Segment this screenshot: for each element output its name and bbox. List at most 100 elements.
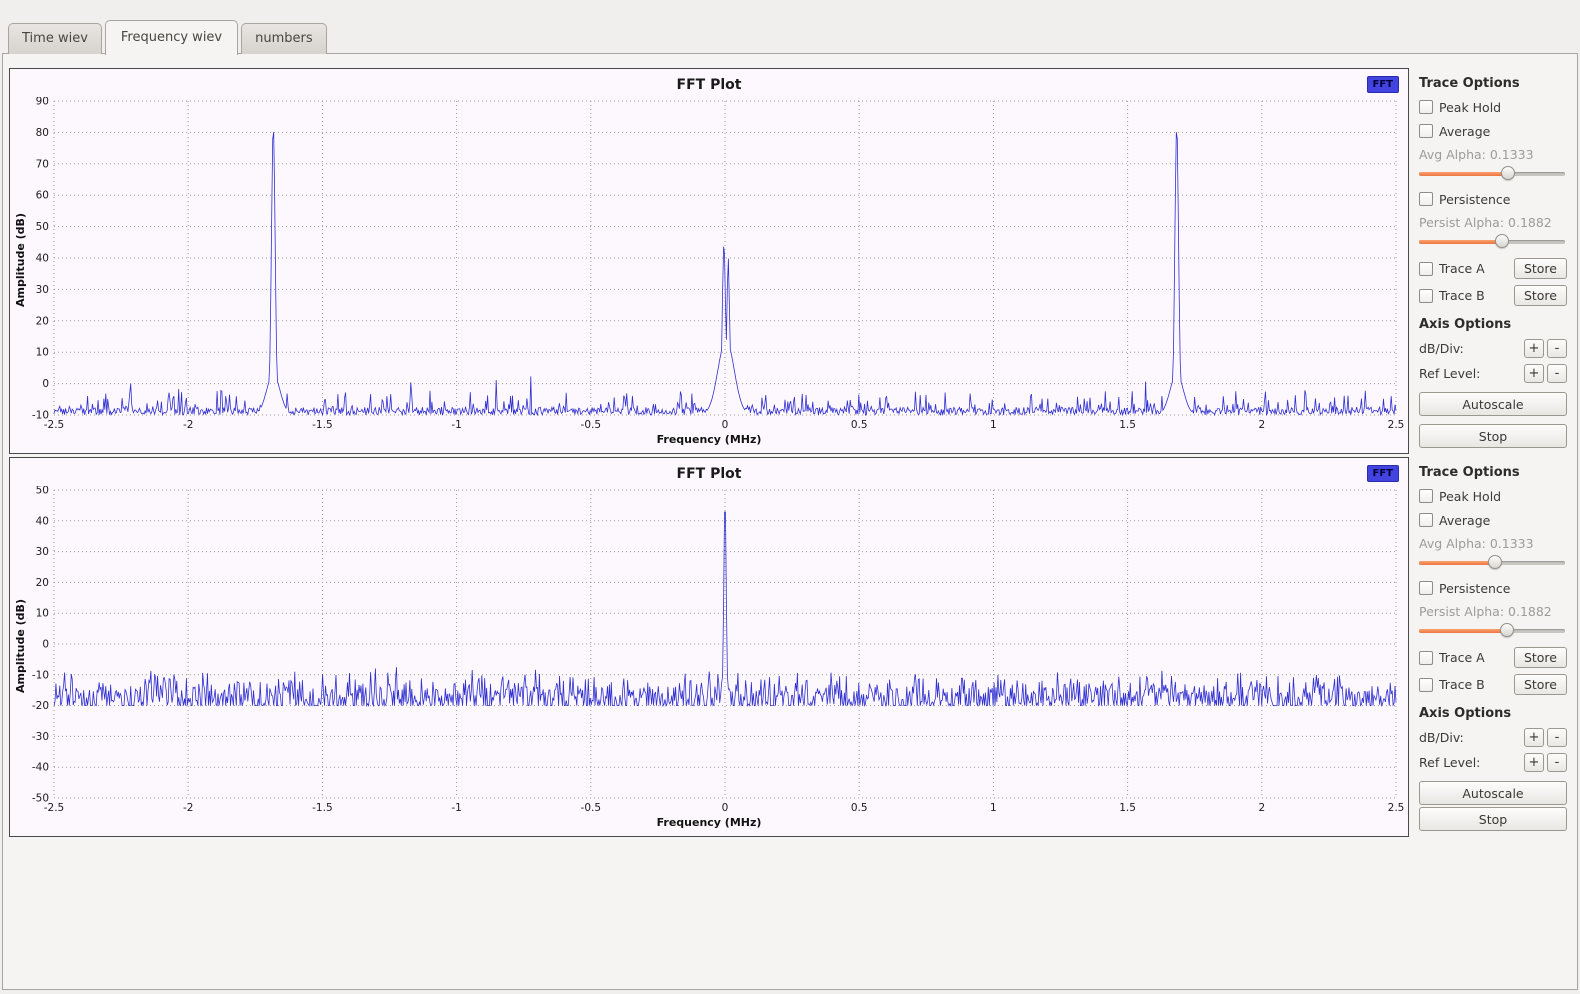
trace-b-checkbox[interactable] [1419,678,1433,692]
svg-text:-2: -2 [183,802,193,814]
trace-a-checkbox[interactable] [1419,262,1433,276]
avg-alpha-slider-handle[interactable] [1501,166,1515,180]
svg-text:70: 70 [36,158,49,170]
db-div-decrease-button[interactable]: - [1547,339,1567,358]
persistence-option[interactable]: Persistence [1419,579,1567,597]
peak-hold-option[interactable]: Peak Hold [1419,98,1567,116]
store-trace-a-button[interactable]: Store [1514,647,1567,668]
ref-level-increase-button[interactable]: + [1524,753,1544,772]
fft-plot-canvas[interactable]: -2.5-2-1.5-1-0.500.511.522.5-50-40-30-20… [10,486,1408,816]
persistence-checkbox[interactable] [1419,581,1433,595]
control-panel-top: Trace Options Peak Hold Average Avg Alph… [1409,68,1573,454]
trace-a-option[interactable]: Trace A [1419,260,1485,278]
svg-text:60: 60 [36,190,49,202]
axis-options-header: Axis Options [1419,317,1567,332]
svg-text:-10: -10 [32,669,49,681]
fft-plot-top: FFT Plot FFT Amplitude (dB) -2.5-2-1.5-1… [9,68,1409,454]
fft-trace [54,512,1396,706]
svg-text:90: 90 [36,97,49,108]
db-div-row: dB/Div: + - [1419,339,1567,358]
persistence-checkbox[interactable] [1419,192,1433,206]
db-div-decrease-button[interactable]: - [1547,728,1567,747]
average-checkbox[interactable] [1419,513,1433,527]
trace-a-row: Trace A Store [1419,647,1567,668]
svg-text:40: 40 [36,515,49,527]
trace-b-option[interactable]: Trace B [1419,676,1485,694]
svg-text:10: 10 [36,347,49,359]
svg-text:20: 20 [36,315,49,327]
persist-alpha-slider-handle[interactable] [1495,234,1509,248]
db-div-increase-button[interactable]: + [1524,728,1544,747]
persist-alpha-label: Persist Alpha: 0.1882 [1419,215,1567,230]
trace-a-option[interactable]: Trace A [1419,649,1485,667]
fft-plot-bottom: FFT Plot FFT Amplitude (dB) -2.5-2-1.5-1… [9,457,1409,837]
fft-panel-bottom: FFT Plot FFT Amplitude (dB) -2.5-2-1.5-1… [9,457,1573,837]
avg-alpha-label: Avg Alpha: 0.1333 [1419,147,1567,162]
persist-alpha-slider[interactable] [1419,234,1565,249]
svg-text:2: 2 [1258,802,1265,814]
svg-text:2: 2 [1258,419,1265,431]
stop-button[interactable]: Stop [1419,424,1567,448]
svg-text:50: 50 [36,221,49,233]
fft-plot-canvas[interactable]: -2.5-2-1.5-1-0.500.511.522.5-10010203040… [10,97,1408,433]
ref-level-decrease-button[interactable]: - [1547,364,1567,383]
grid [54,490,1396,798]
svg-text:30: 30 [36,546,49,558]
fft-tab-badge[interactable]: FFT [1367,76,1399,93]
db-div-increase-button[interactable]: + [1524,339,1544,358]
svg-text:0: 0 [722,802,729,814]
fft-tab-badge[interactable]: FFT [1367,465,1399,482]
store-trace-b-button[interactable]: Store [1514,285,1567,306]
avg-alpha-slider-handle[interactable] [1488,555,1502,569]
axis-options-header: Axis Options [1419,706,1567,721]
trace-a-checkbox[interactable] [1419,651,1433,665]
tab-time-view[interactable]: Time wiev [8,23,102,54]
svg-text:-0.5: -0.5 [581,419,602,431]
svg-text:1.5: 1.5 [1119,802,1136,814]
svg-text:-1: -1 [451,419,461,431]
trace-b-option[interactable]: Trace B [1419,287,1485,305]
ref-level-decrease-button[interactable]: - [1547,753,1567,772]
tick-labels: -2.5-2-1.5-1-0.500.511.522.5-10010203040… [32,97,1405,431]
svg-text:0: 0 [42,378,49,390]
peak-hold-option[interactable]: Peak Hold [1419,487,1567,505]
ref-level-label: Ref Level: [1419,366,1480,381]
autoscale-button[interactable]: Autoscale [1419,781,1567,805]
avg-alpha-label: Avg Alpha: 0.1333 [1419,536,1567,551]
store-trace-b-button[interactable]: Store [1514,674,1567,695]
trace-b-checkbox[interactable] [1419,289,1433,303]
store-trace-a-button[interactable]: Store [1514,258,1567,279]
db-div-row: dB/Div: + - [1419,728,1567,747]
stop-button[interactable]: Stop [1419,807,1567,831]
ref-level-row: Ref Level: + - [1419,753,1567,772]
persist-alpha-slider-handle[interactable] [1500,623,1514,637]
persist-alpha-label: Persist Alpha: 0.1882 [1419,604,1567,619]
average-option[interactable]: Average [1419,511,1567,529]
tab-frequency-view[interactable]: Frequency wiev [105,20,238,55]
persistence-label: Persistence [1439,192,1511,207]
svg-text:10: 10 [36,608,49,620]
ref-level-increase-button[interactable]: + [1524,364,1544,383]
peak-hold-checkbox[interactable] [1419,100,1433,114]
svg-text:0: 0 [722,419,729,431]
x-axis-label: Frequency (MHz) [10,433,1408,453]
persistence-option[interactable]: Persistence [1419,190,1567,208]
svg-text:1: 1 [990,419,997,431]
trace-b-label: Trace B [1439,288,1485,303]
persist-alpha-slider[interactable] [1419,623,1565,638]
average-checkbox[interactable] [1419,124,1433,138]
autoscale-button[interactable]: Autoscale [1419,392,1567,416]
svg-text:-40: -40 [32,762,49,774]
avg-alpha-slider[interactable] [1419,166,1565,181]
peak-hold-checkbox[interactable] [1419,489,1433,503]
trace-a-label: Trace A [1439,650,1485,665]
x-axis-label: Frequency (MHz) [10,816,1408,836]
persistence-label: Persistence [1439,581,1511,596]
svg-text:0.5: 0.5 [851,419,868,431]
average-option[interactable]: Average [1419,122,1567,140]
tab-numbers[interactable]: numbers [241,23,327,54]
avg-alpha-slider[interactable] [1419,555,1565,570]
svg-text:40: 40 [36,253,49,265]
trace-a-label: Trace A [1439,261,1485,276]
fft-trace [54,132,1396,415]
